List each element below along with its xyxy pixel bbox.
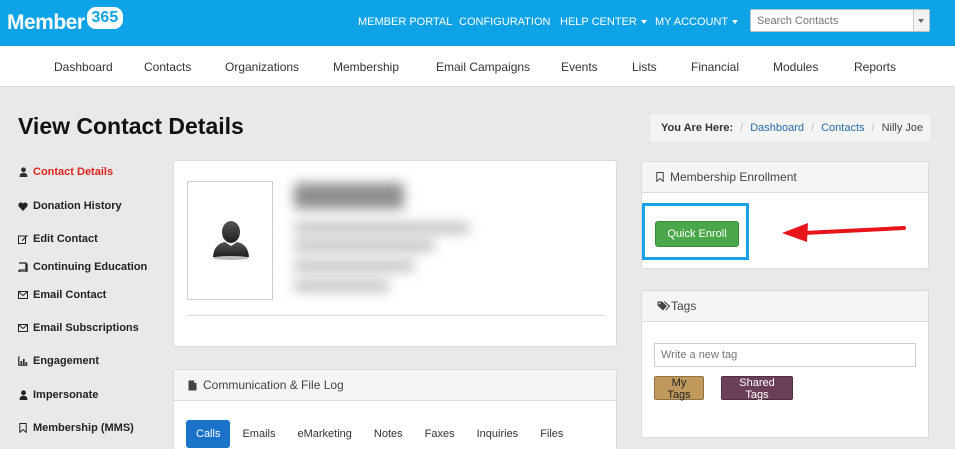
tab-emails[interactable]: Emails xyxy=(232,420,285,448)
nav-organizations[interactable]: Organizations xyxy=(225,60,299,74)
tab-files[interactable]: Files xyxy=(530,420,573,448)
side-contact-details[interactable]: Contact Details xyxy=(18,166,113,178)
redacted-line xyxy=(294,241,434,251)
chart-icon xyxy=(18,356,28,366)
side-engagement[interactable]: Engagement xyxy=(18,355,99,367)
page-title: View Contact Details xyxy=(18,113,244,139)
breadcrumb-dashboard[interactable]: Dashboard xyxy=(750,122,804,134)
chevron-down-icon xyxy=(640,20,647,25)
quick-enroll-highlight: Quick Enroll xyxy=(642,203,749,260)
main-nav: Dashboard Contacts Organizations Members… xyxy=(0,46,955,87)
breadcrumb-separator: / xyxy=(811,122,815,134)
topnav-help-center[interactable]: HELP CENTER xyxy=(560,16,647,28)
user-icon xyxy=(18,167,28,177)
tab-inquiries[interactable]: Inquiries xyxy=(467,420,529,448)
communication-log-panel: Communication & File Log Calls Emails eM… xyxy=(173,369,617,449)
search-contacts xyxy=(750,9,930,32)
redacted-line xyxy=(294,261,414,271)
tab-faxes[interactable]: Faxes xyxy=(415,420,465,448)
logo-badge: 365 xyxy=(86,7,124,29)
annotation-arrow-icon xyxy=(782,223,906,242)
side-item-label: Continuing Education xyxy=(33,261,148,273)
shared-tags-button[interactable]: Shared Tags xyxy=(721,376,793,401)
chevron-down-icon xyxy=(918,19,924,23)
nav-dashboard[interactable]: Dashboard xyxy=(54,60,113,74)
redacted-line xyxy=(294,223,469,233)
avatar-placeholder-icon xyxy=(213,221,249,260)
envelope-icon xyxy=(18,290,28,300)
breadcrumb-separator: / xyxy=(740,122,744,134)
bookmark-icon xyxy=(656,172,664,182)
side-item-label: Contact Details xyxy=(33,166,114,178)
book-icon xyxy=(18,262,28,272)
redacted-name xyxy=(294,183,404,209)
side-item-label: Edit Contact xyxy=(33,233,98,245)
heart-icon xyxy=(18,201,28,211)
search-input[interactable] xyxy=(751,10,911,31)
communication-log-title: Communication & File Log xyxy=(203,378,344,392)
tab-notes[interactable]: Notes xyxy=(364,420,413,448)
side-item-label: Impersonate xyxy=(33,389,99,401)
side-donation-history[interactable]: Donation History xyxy=(18,200,122,212)
topnav-my-account-label: MY ACCOUNT xyxy=(655,16,729,28)
file-icon xyxy=(188,380,197,391)
side-email-contact[interactable]: Email Contact xyxy=(18,289,106,301)
communication-tabs: Calls Emails eMarketing Notes Faxes Inqu… xyxy=(186,420,575,448)
quick-enroll-button[interactable]: Quick Enroll xyxy=(655,221,739,247)
contact-card-panel xyxy=(173,160,617,347)
nav-financial[interactable]: Financial xyxy=(691,60,739,74)
edit-icon xyxy=(18,234,28,244)
nav-reports[interactable]: Reports xyxy=(854,60,896,74)
side-membership-mms[interactable]: Membership (MMS) xyxy=(18,422,134,434)
member365-logo[interactable]: Member 365 xyxy=(7,7,124,38)
tab-emarketing[interactable]: eMarketing xyxy=(287,420,361,448)
communication-log-header: Communication & File Log xyxy=(174,370,616,401)
topnav-help-center-label: HELP CENTER xyxy=(560,16,637,28)
side-edit-contact[interactable]: Edit Contact xyxy=(18,233,98,245)
redacted-line xyxy=(294,281,389,291)
side-email-subscriptions[interactable]: Email Subscriptions xyxy=(18,322,139,334)
nav-events[interactable]: Events xyxy=(561,60,598,74)
nav-contacts[interactable]: Contacts xyxy=(144,60,191,74)
topnav-my-account[interactable]: MY ACCOUNT xyxy=(655,16,739,28)
breadcrumb-label: You Are Here: xyxy=(661,122,734,134)
logo-text: Member xyxy=(7,11,85,34)
side-continuing-education[interactable]: Continuing Education xyxy=(18,261,147,273)
my-tags-button[interactable]: My Tags xyxy=(654,376,704,401)
breadcrumb-separator: / xyxy=(871,122,875,134)
card-divider xyxy=(187,315,605,316)
bookmark-icon xyxy=(18,423,28,433)
new-tag-input[interactable] xyxy=(654,343,916,367)
tags-header: Tags xyxy=(642,291,928,322)
membership-enrollment-title: Membership Enrollment xyxy=(670,170,797,184)
redacted-contact-info xyxy=(294,177,474,301)
side-item-label: Donation History xyxy=(33,200,122,212)
side-item-label: Membership (MMS) xyxy=(33,422,134,434)
membership-enrollment-panel: Membership Enrollment Quick Enroll xyxy=(641,161,929,269)
nav-membership[interactable]: Membership xyxy=(333,60,399,74)
topnav-configuration[interactable]: CONFIGURATION xyxy=(459,16,550,28)
tags-title: Tags xyxy=(671,299,697,313)
search-dropdown-button[interactable] xyxy=(913,10,929,31)
nav-modules[interactable]: Modules xyxy=(773,60,818,74)
nav-email-campaigns[interactable]: Email Campaigns xyxy=(436,60,530,74)
side-item-label: Email Subscriptions xyxy=(33,322,139,334)
contact-photo xyxy=(187,181,273,300)
top-bar: Member 365 MEMBER PORTAL CONFIGURATION H… xyxy=(0,0,955,46)
tags-icon xyxy=(657,301,670,311)
envelope-icon xyxy=(18,323,28,333)
nav-lists[interactable]: Lists xyxy=(632,60,657,74)
tab-calls[interactable]: Calls xyxy=(186,420,231,448)
breadcrumb-contacts[interactable]: Contacts xyxy=(821,122,864,134)
user-icon xyxy=(18,390,28,400)
tags-panel: Tags My Tags Shared Tags xyxy=(641,290,929,438)
side-item-label: Email Contact xyxy=(33,289,107,301)
side-impersonate[interactable]: Impersonate xyxy=(18,389,98,401)
topnav-member-portal[interactable]: MEMBER PORTAL xyxy=(358,16,452,28)
chevron-down-icon xyxy=(732,20,739,25)
breadcrumb: You Are Here: / Dashboard / Contacts / N… xyxy=(650,114,930,142)
breadcrumb-current: Nilly Joe xyxy=(881,122,924,134)
membership-enrollment-header: Membership Enrollment xyxy=(642,162,928,193)
side-item-label: Engagement xyxy=(33,355,100,367)
